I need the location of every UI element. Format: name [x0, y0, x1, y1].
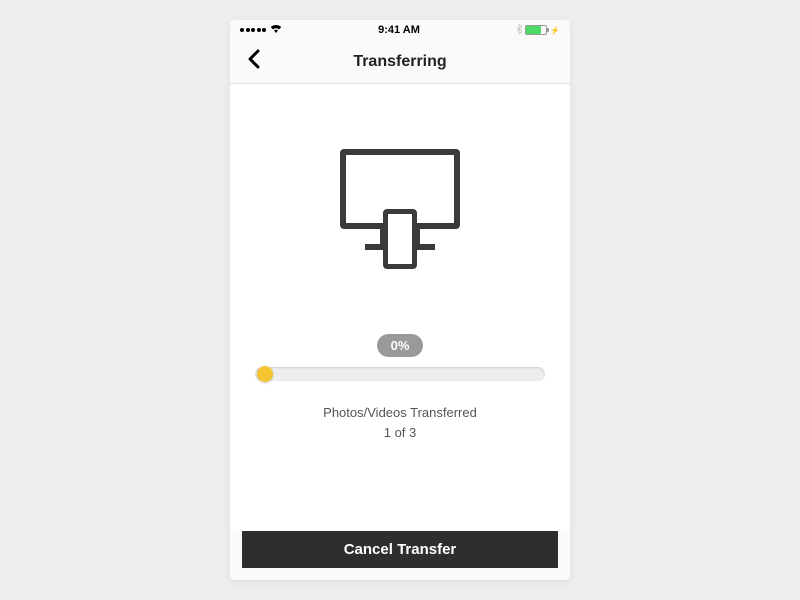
status-bar-time: 9:41 AM [378, 24, 420, 36]
charging-icon: ⚡ [550, 26, 560, 35]
page-title: Transferring [230, 53, 570, 71]
progress-knob [257, 366, 273, 382]
signal-strength-icon [240, 28, 266, 32]
transfer-status-line2: 1 of 3 [323, 423, 477, 443]
transfer-status-line1: Photos/Videos Transferred [323, 403, 477, 423]
status-bar-right: ⚡ [516, 24, 560, 37]
back-button[interactable] [242, 50, 266, 74]
progress-percent-badge: 0% [377, 334, 424, 357]
cancel-transfer-button[interactable]: Cancel Transfer [242, 531, 558, 568]
phone-frame: 9:41 AM ⚡ Transferring 0% [230, 20, 570, 580]
progress-bar [255, 367, 545, 381]
content-area: 0% Photos/Videos Transferred 1 of 3 [230, 84, 570, 531]
status-bar-left [240, 24, 282, 36]
transfer-status-text: Photos/Videos Transferred 1 of 3 [323, 403, 477, 442]
nav-bar: Transferring [230, 40, 570, 84]
wifi-icon [270, 24, 282, 36]
status-bar: 9:41 AM ⚡ [230, 20, 570, 40]
bluetooth-icon [516, 24, 522, 37]
chevron-left-icon [247, 49, 261, 74]
battery-icon [525, 25, 547, 35]
monitor-phone-transfer-icon [330, 144, 470, 284]
